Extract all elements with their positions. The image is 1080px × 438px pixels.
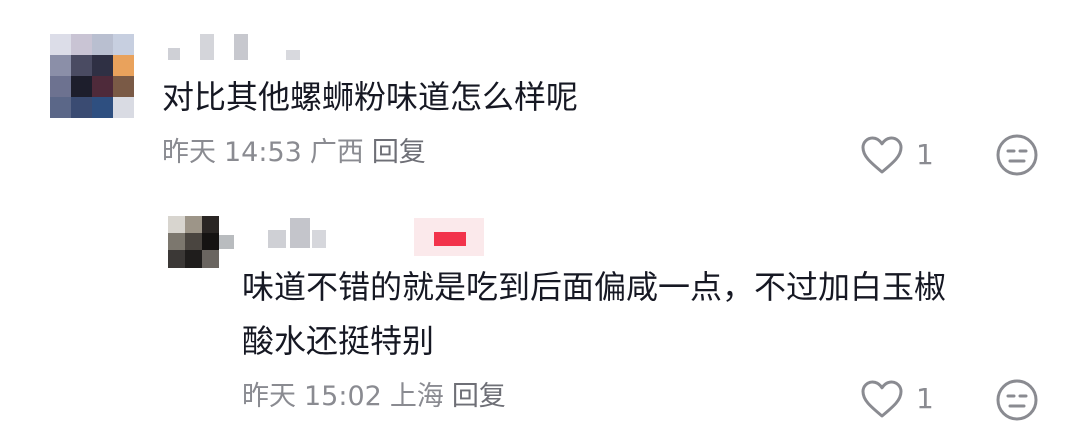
comment-date: 昨天 — [162, 137, 216, 168]
reply-button[interactable]: 回复 — [452, 381, 506, 412]
neutral-face-icon — [996, 379, 1038, 421]
heart-outline-icon — [861, 380, 903, 418]
reply-button[interactable]: 回复 — [372, 137, 426, 168]
username[interactable] — [162, 34, 302, 64]
comment-text: 对比其他螺蛳粉味道怎么样呢 — [162, 78, 579, 116]
like-button[interactable]: 1 — [860, 135, 934, 175]
comment-meta: 昨天 14:53 广西 回复 — [162, 136, 434, 170]
like-button[interactable]: 1 — [860, 379, 934, 419]
heart-outline-icon — [861, 136, 903, 174]
dislike-button[interactable] — [995, 133, 1039, 181]
reply-time: 15:02 — [304, 381, 382, 412]
comment-location: 广西 — [309, 137, 364, 168]
author-badge — [414, 218, 484, 256]
reply-text-line-2: 酸水还挺特别 — [242, 322, 435, 360]
neutral-face-icon — [996, 134, 1038, 176]
like-count: 1 — [916, 138, 934, 171]
reply-text-line-1: 味道不错的就是吃到后面偏咸一点，不过加白玉椒 — [242, 268, 947, 306]
avatar[interactable] — [50, 34, 134, 118]
reply-location: 上海 — [389, 381, 444, 412]
comment-time: 14:53 — [224, 137, 302, 168]
like-count: 1 — [916, 382, 934, 415]
username[interactable] — [268, 218, 328, 250]
dislike-button[interactable] — [995, 378, 1039, 426]
avatar[interactable] — [168, 216, 234, 268]
reply-date: 昨天 — [242, 381, 296, 412]
reply-meta: 昨天 15:02 上海 回复 — [242, 380, 514, 414]
